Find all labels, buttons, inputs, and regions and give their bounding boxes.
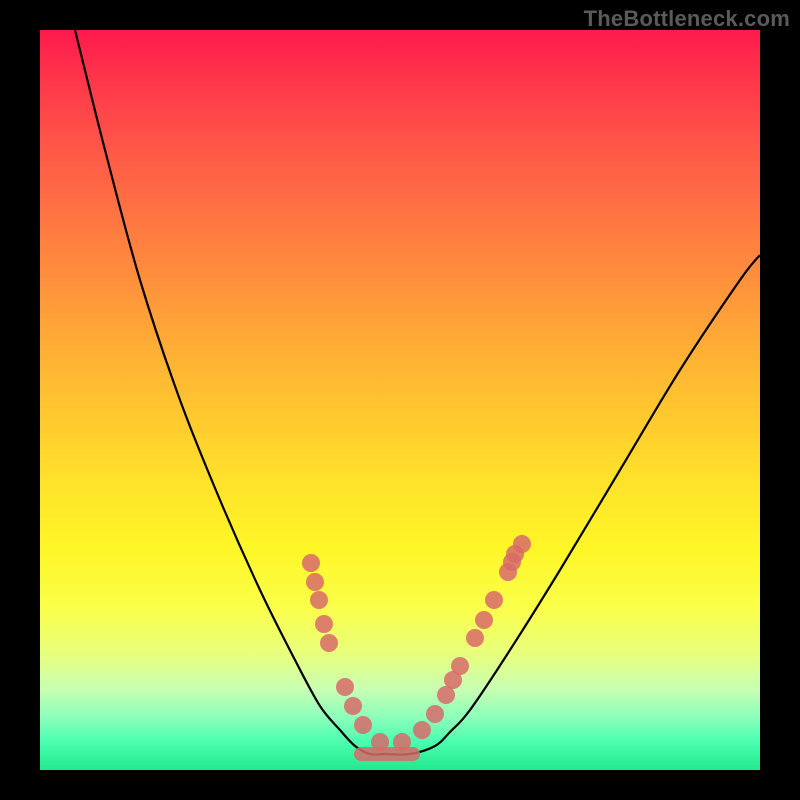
data-marker: [310, 591, 328, 609]
data-marker: [506, 545, 524, 563]
data-marker: [344, 697, 362, 715]
data-marker: [336, 678, 354, 696]
data-marker: [485, 591, 503, 609]
data-marker: [466, 629, 484, 647]
data-marker: [426, 705, 444, 723]
data-marker: [302, 554, 320, 572]
watermark-text: TheBottleneck.com: [584, 6, 790, 32]
data-marker: [354, 716, 372, 734]
chart-svg: [40, 30, 760, 770]
chart-plot-area: [40, 30, 760, 770]
marker-group: [302, 535, 531, 751]
data-marker: [315, 615, 333, 633]
data-marker: [320, 634, 338, 652]
data-marker: [475, 611, 493, 629]
data-marker: [413, 721, 431, 739]
bottleneck-curve: [75, 30, 760, 755]
chart-frame: TheBottleneck.com: [0, 0, 800, 800]
data-marker: [306, 573, 324, 591]
curve-flat-bottom: [354, 747, 420, 761]
data-marker: [451, 657, 469, 675]
